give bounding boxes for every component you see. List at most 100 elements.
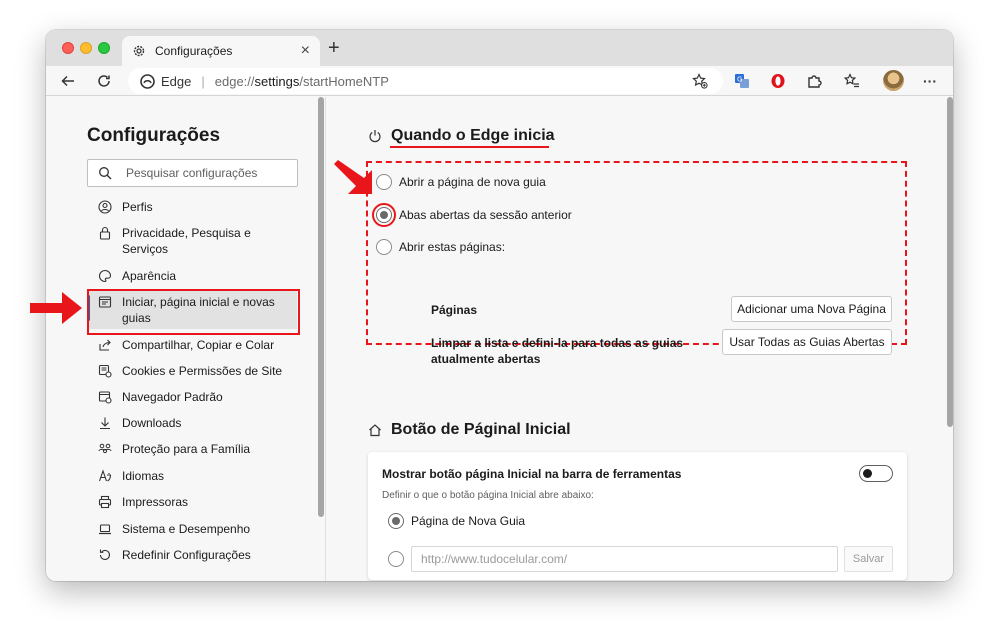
refresh-button[interactable] <box>93 70 115 92</box>
sidebar-item-familia[interactable]: Proteção para a Família <box>87 441 287 457</box>
save-button[interactable]: Salvar <box>844 546 893 572</box>
radio-new-tab[interactable] <box>376 174 392 190</box>
tab-settings[interactable]: Configurações × <box>122 36 320 66</box>
radio-home-url[interactable] <box>388 551 404 567</box>
search-input[interactable] <box>126 166 276 180</box>
sidebar-item-label: Downloads <box>122 416 182 430</box>
opera-extension-button[interactable] <box>767 70 789 92</box>
sidebar-item-cookies[interactable]: Cookies e Permissões de Site <box>87 363 287 379</box>
option-label: Abrir estas páginas: <box>399 240 506 254</box>
lock-icon <box>97 225 113 241</box>
share-icon <box>97 337 113 353</box>
sidebar-item-perfis[interactable]: Perfis <box>87 199 287 215</box>
sidebar-item-privacidade[interactable]: Privacidade, Pesquisa e Serviços <box>87 225 287 257</box>
sidebar-item-aparencia[interactable]: Aparência <box>87 268 287 284</box>
radio-open-pages[interactable] <box>376 239 392 255</box>
sidebar-item-impressoras[interactable]: Impressoras <box>87 494 287 510</box>
sidebar-item-label: Cookies e Permissões de Site <box>122 364 283 378</box>
maximize-window-button[interactable] <box>98 42 110 54</box>
highlight-box-sidebar <box>87 289 300 335</box>
favorites-button[interactable] <box>841 70 863 92</box>
tab-close-icon[interactable]: × <box>301 43 310 59</box>
more-options-button[interactable]: ··· <box>919 70 941 92</box>
sidebar-item-downloads[interactable]: Downloads <box>87 415 287 431</box>
family-icon <box>97 441 113 457</box>
sidebar-item-label: Impressoras <box>122 495 189 509</box>
opera-logo-icon <box>771 74 785 88</box>
sidebar-item-sistema[interactable]: Sistema e Desempenho <box>87 521 287 537</box>
sidebar-title: Configurações <box>87 125 221 146</box>
home-icon <box>368 423 382 437</box>
radio-home-new-tab[interactable] <box>388 513 404 529</box>
home-button-toggle[interactable] <box>859 465 893 482</box>
option-label: Abas abertas da sessão anterior <box>399 208 572 222</box>
sidebar-item-idiomas[interactable]: Idiomas <box>87 468 287 484</box>
profile-icon <box>97 199 113 215</box>
extensions-button[interactable] <box>803 70 825 92</box>
main-scrollbar[interactable] <box>947 97 953 427</box>
back-button[interactable] <box>57 70 79 92</box>
default-browser-icon <box>97 389 113 405</box>
back-arrow-icon <box>61 75 74 87</box>
favorites-list-icon <box>844 73 859 88</box>
title-underline-annotation <box>390 146 549 148</box>
sidebar-item-compartilhar[interactable]: Compartilhar, Copiar e Colar <box>87 337 287 353</box>
laptop-icon <box>97 521 113 537</box>
startup-section-title: Quando o Edge inicia <box>391 127 555 144</box>
sidebar-item-label: Proteção para a Família <box>122 442 251 456</box>
new-tab-button[interactable]: + <box>328 38 340 58</box>
power-icon <box>368 129 382 143</box>
sidebar-item-label: Compartilhar, Copiar e Colar <box>122 338 275 352</box>
sidebar-item-label: Redefinir Configurações <box>122 548 251 562</box>
search-icon <box>98 166 112 180</box>
pages-label: Páginas <box>431 303 478 317</box>
add-favorite-button[interactable] <box>689 70 711 92</box>
startup-option-new-tab[interactable]: Abrir a página de nova guia <box>376 174 546 190</box>
sidebar-item-navegador-padrao[interactable]: Navegador Padrão <box>87 389 287 405</box>
edge-logo-icon <box>140 73 155 89</box>
startup-section-header: Quando o Edge inicia <box>368 127 555 145</box>
add-new-page-button[interactable]: Adicionar uma Nova Página <box>731 296 892 322</box>
sidebar-item-label: Navegador Padrão <box>122 390 223 404</box>
search-box[interactable] <box>87 159 298 187</box>
home-button-section-title: Botão de Páginal Inicial <box>391 421 571 438</box>
address-scheme: edge:// <box>214 73 255 89</box>
use-all-open-tabs-button[interactable]: Usar Todas as Guias Abertas <box>722 329 892 355</box>
gear-icon <box>132 44 146 58</box>
home-url-input[interactable] <box>411 546 838 572</box>
reset-icon <box>97 547 113 563</box>
sidebar-item-label: Sistema e Desempenho <box>122 522 251 536</box>
address-host: settings <box>254 73 300 89</box>
home-description: Definir o que o botão página Inicial abr… <box>382 490 594 501</box>
sidebar-item-redefinir[interactable]: Redefinir Configurações <box>87 547 287 563</box>
browser-window: Configurações × + Edge | edge://settings… <box>46 30 953 581</box>
translate-button[interactable]: G <box>731 70 753 92</box>
startup-option-previous-session[interactable]: Abas abertas da sessão anterior <box>376 207 572 223</box>
language-icon <box>97 468 113 484</box>
option-label: Abrir a página de nova guia <box>399 175 546 189</box>
tab-strip: Configurações × + <box>46 30 953 66</box>
clear-list-label: Limpar a lista e defini-la para todas as… <box>431 336 684 366</box>
home-button-section-header: Botão de Páginal Inicial <box>368 421 571 439</box>
more-dots-icon: ··· <box>923 73 937 89</box>
arrow-annotation-sidebar <box>30 292 82 324</box>
toolbar: Edge | edge://settings/startHomeNTP G ··… <box>46 66 953 96</box>
home-toggle-label: Mostrar botão página Inicial na barra de… <box>382 467 682 481</box>
settings-sidebar: Configurações Perfis Privacidade, Pesqui… <box>46 97 326 581</box>
refresh-icon <box>98 75 110 87</box>
address-separator: | <box>201 73 205 89</box>
startup-option-open-pages[interactable]: Abrir estas páginas: <box>376 239 505 255</box>
cookies-icon <box>97 363 113 379</box>
address-site-label: Edge <box>161 73 192 89</box>
home-option-url[interactable] <box>388 551 411 567</box>
option-label: Página de Nova Guia <box>411 514 526 528</box>
sidebar-scrollbar[interactable] <box>318 97 324 517</box>
sidebar-item-label: Privacidade, Pesquisa e Serviços <box>122 226 251 256</box>
profile-avatar[interactable] <box>883 70 904 91</box>
settings-main: Quando o Edge inicia Abrir a página de n… <box>327 97 953 581</box>
star-add-icon <box>692 73 708 89</box>
close-window-button[interactable] <box>62 42 74 54</box>
address-bar[interactable]: Edge | edge://settings/startHomeNTP <box>128 68 723 94</box>
minimize-window-button[interactable] <box>80 42 92 54</box>
home-option-new-tab[interactable]: Página de Nova Guia <box>388 513 525 529</box>
